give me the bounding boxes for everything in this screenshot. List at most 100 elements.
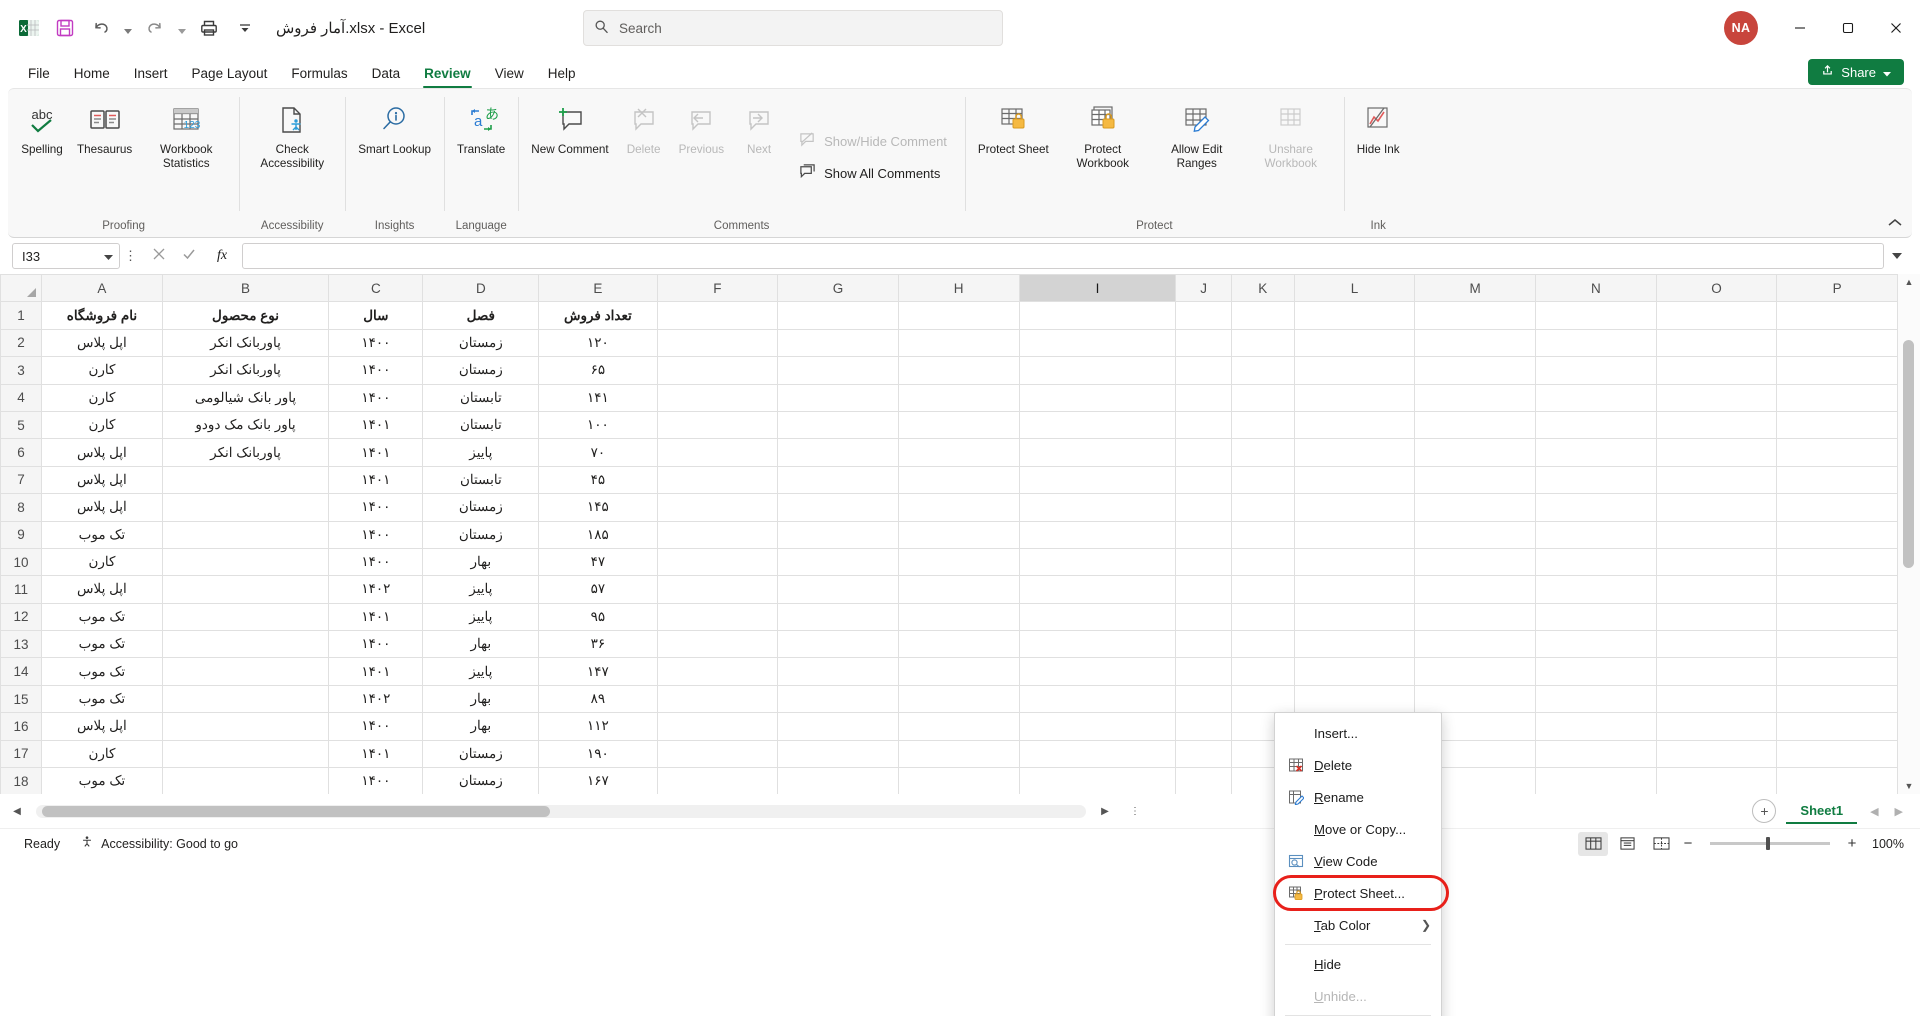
- cell-I11[interactable]: [1019, 576, 1176, 603]
- cell-N9[interactable]: [1535, 521, 1656, 548]
- cell-A6[interactable]: اپل پلاس: [42, 439, 163, 466]
- row-header-15[interactable]: 15: [1, 685, 42, 712]
- cell-M9[interactable]: [1415, 521, 1536, 548]
- zoom-slider-thumb[interactable]: [1766, 837, 1770, 850]
- cell-D1[interactable]: فصل: [423, 302, 539, 329]
- column-header-D[interactable]: D: [423, 275, 539, 302]
- cell-N7[interactable]: [1535, 466, 1656, 493]
- cell-J9[interactable]: [1176, 521, 1232, 548]
- cell-H8[interactable]: [898, 494, 1019, 521]
- cell-O17[interactable]: [1656, 740, 1777, 767]
- new-comment-button[interactable]: New Comment: [524, 93, 615, 157]
- cell-D15[interactable]: بهار: [423, 685, 539, 712]
- cell-G16[interactable]: [778, 713, 899, 740]
- cell-J6[interactable]: [1176, 439, 1232, 466]
- protect-sheet-button[interactable]: Protect Sheet: [971, 93, 1056, 157]
- cell-K12[interactable]: [1231, 603, 1294, 630]
- cell-H17[interactable]: [898, 740, 1019, 767]
- cell-F14[interactable]: [657, 658, 778, 685]
- cell-N3[interactable]: [1535, 357, 1656, 384]
- cell-D16[interactable]: بهار: [423, 713, 539, 740]
- cell-B3[interactable]: پاوربانک انکر: [162, 357, 329, 384]
- protect-workbook-button[interactable]: Protect Workbook: [1056, 93, 1150, 172]
- cell-K14[interactable]: [1231, 658, 1294, 685]
- cell-D10[interactable]: بهار: [423, 548, 539, 575]
- row-header-7[interactable]: 7: [1, 466, 42, 493]
- row-header-4[interactable]: 4: [1, 384, 42, 411]
- cell-M7[interactable]: [1415, 466, 1536, 493]
- cell-D4[interactable]: تابستان: [423, 384, 539, 411]
- cell-H15[interactable]: [898, 685, 1019, 712]
- cell-K6[interactable]: [1231, 439, 1294, 466]
- cell-D11[interactable]: پاییز: [423, 576, 539, 603]
- cell-L15[interactable]: [1294, 685, 1415, 712]
- cell-G9[interactable]: [778, 521, 899, 548]
- cell-H7[interactable]: [898, 466, 1019, 493]
- tab-view[interactable]: View: [483, 62, 536, 88]
- cell-I12[interactable]: [1019, 603, 1176, 630]
- translate-button[interactable]: aあ Translate: [450, 93, 512, 157]
- cell-E4[interactable]: ۱۴۱: [539, 384, 657, 411]
- cell-F11[interactable]: [657, 576, 778, 603]
- cell-M6[interactable]: [1415, 439, 1536, 466]
- cell-C1[interactable]: سال: [329, 302, 423, 329]
- hscroll-left-arrow-icon[interactable]: ◀: [6, 806, 28, 817]
- tab-page-layout[interactable]: Page Layout: [180, 62, 280, 88]
- cell-L7[interactable]: [1294, 466, 1415, 493]
- cell-O2[interactable]: [1656, 329, 1777, 356]
- cell-H5[interactable]: [898, 411, 1019, 438]
- print-preview-icon[interactable]: [192, 11, 226, 45]
- cell-I15[interactable]: [1019, 685, 1176, 712]
- cell-J3[interactable]: [1176, 357, 1232, 384]
- row-header-2[interactable]: 2: [1, 329, 42, 356]
- cell-O1[interactable]: [1656, 302, 1777, 329]
- cell-I3[interactable]: [1019, 357, 1176, 384]
- allow-edit-ranges-button[interactable]: Allow Edit Ranges: [1150, 93, 1244, 172]
- cell-K13[interactable]: [1231, 631, 1294, 658]
- column-header-P[interactable]: P: [1777, 275, 1898, 302]
- cell-D12[interactable]: پاییز: [423, 603, 539, 630]
- cell-H4[interactable]: [898, 384, 1019, 411]
- cell-G15[interactable]: [778, 685, 899, 712]
- cell-G13[interactable]: [778, 631, 899, 658]
- column-header-B[interactable]: B: [162, 275, 329, 302]
- cell-G17[interactable]: [778, 740, 899, 767]
- expand-formula-bar-icon[interactable]: [1884, 253, 1910, 260]
- cell-O12[interactable]: [1656, 603, 1777, 630]
- cell-C13[interactable]: ۱۴۰۰: [329, 631, 423, 658]
- cell-L1[interactable]: [1294, 302, 1415, 329]
- cell-F1[interactable]: [657, 302, 778, 329]
- cell-O3[interactable]: [1656, 357, 1777, 384]
- cell-N12[interactable]: [1535, 603, 1656, 630]
- cell-E17[interactable]: ۱۹۰: [539, 740, 657, 767]
- cell-D3[interactable]: زمستان: [423, 357, 539, 384]
- cell-E9[interactable]: ۱۸۵: [539, 521, 657, 548]
- cell-E10[interactable]: ۴۷: [539, 548, 657, 575]
- cell-H1[interactable]: [898, 302, 1019, 329]
- cell-J13[interactable]: [1176, 631, 1232, 658]
- cell-I10[interactable]: [1019, 548, 1176, 575]
- cell-E3[interactable]: ۶۵: [539, 357, 657, 384]
- cell-B17[interactable]: [162, 740, 329, 767]
- cell-A17[interactable]: کارن: [42, 740, 163, 767]
- cell-O10[interactable]: [1656, 548, 1777, 575]
- cell-A11[interactable]: اپل پلاس: [42, 576, 163, 603]
- column-header-L[interactable]: L: [1294, 275, 1415, 302]
- row-header-1[interactable]: 1: [1, 302, 42, 329]
- cell-B4[interactable]: پاور بانک شیالومی: [162, 384, 329, 411]
- cell-F17[interactable]: [657, 740, 778, 767]
- cell-C14[interactable]: ۱۴۰۱: [329, 658, 423, 685]
- cell-O15[interactable]: [1656, 685, 1777, 712]
- cell-B16[interactable]: [162, 713, 329, 740]
- vertical-scroll-thumb[interactable]: [1903, 340, 1914, 568]
- cell-P2[interactable]: [1777, 329, 1898, 356]
- cell-O18[interactable]: [1656, 768, 1777, 794]
- cell-M2[interactable]: [1415, 329, 1536, 356]
- cell-F3[interactable]: [657, 357, 778, 384]
- cell-D17[interactable]: زمستان: [423, 740, 539, 767]
- cell-F5[interactable]: [657, 411, 778, 438]
- cell-H13[interactable]: [898, 631, 1019, 658]
- cell-M13[interactable]: [1415, 631, 1536, 658]
- cell-H16[interactable]: [898, 713, 1019, 740]
- menu-item-move-or-copy[interactable]: Move or Copy...: [1275, 813, 1441, 845]
